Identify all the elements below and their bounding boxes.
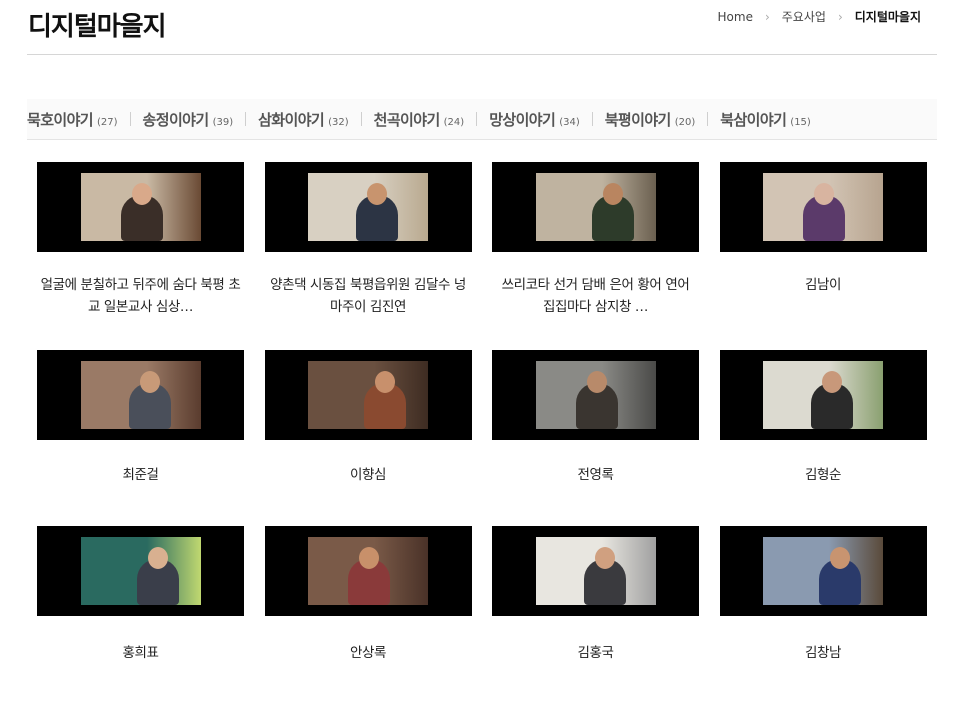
tab-count: (20): [674, 116, 696, 128]
video-thumbnail[interactable]: [719, 526, 927, 616]
video-card[interactable]: 쓰리코타 선거 담배 은어 황어 연어 집집마다 삼지창 …: [492, 162, 699, 350]
interviewee-face: [594, 547, 615, 569]
video-thumbnail[interactable]: [37, 350, 244, 440]
video-thumbnail[interactable]: [264, 526, 472, 616]
interviewee-face: [375, 371, 395, 393]
video-thumbnail[interactable]: [492, 350, 699, 440]
video-title[interactable]: 최준걸: [41, 464, 241, 526]
tab-village-7[interactable]: 북삼이야기 (15): [720, 109, 811, 130]
tab-village-2[interactable]: 송정이야기 (39): [143, 109, 234, 130]
tab-count: (39): [212, 116, 234, 128]
interviewee-face: [367, 183, 387, 205]
video-card[interactable]: 김형순: [719, 350, 927, 526]
tab-label: 북삼이야기: [720, 110, 787, 129]
video-thumbnail[interactable]: [719, 350, 927, 440]
tab-divider: [476, 112, 478, 126]
tab-village-3[interactable]: 삼화이야기 (32): [258, 109, 349, 130]
chevron-right-icon: ›: [837, 9, 843, 24]
video-card[interactable]: 김남이: [719, 162, 927, 350]
video-title[interactable]: 김남이: [723, 274, 923, 350]
tab-divider: [707, 112, 709, 126]
tab-divider: [245, 112, 247, 126]
chevron-right-icon: ›: [764, 9, 770, 24]
breadcrumb-main-business[interactable]: 주요사업: [782, 8, 826, 25]
video-title[interactable]: 양촌댁 시동집 북평읍위원 김달수 넝마주이 김진연: [268, 274, 468, 350]
video-still: [80, 537, 201, 605]
interviewee-face: [814, 183, 834, 205]
video-still: [763, 361, 883, 429]
tab-village-5[interactable]: 망상이야기 (34): [489, 109, 580, 130]
video-thumbnail[interactable]: [492, 162, 699, 252]
interviewee-face: [147, 547, 168, 569]
tab-count: (32): [328, 116, 349, 128]
tab-label: 송정이야기: [142, 110, 210, 129]
video-still: [763, 173, 883, 241]
interviewee-face: [602, 183, 623, 205]
tab-divider: [129, 112, 131, 126]
video-title[interactable]: 전영록: [496, 464, 696, 526]
tab-divider: [591, 112, 593, 126]
tab-label: 삼화이야기: [258, 110, 325, 129]
video-still: [763, 537, 883, 605]
video-still: [535, 173, 656, 241]
tab-count: (27): [97, 116, 118, 128]
video-title[interactable]: 김형순: [723, 464, 923, 526]
tab-label: 망상이야기: [489, 110, 556, 129]
village-tabs: 묵호이야기 (27) 송정이야기 (39) 삼화이야기 (32) 천곡이야기 (24) 망상이야…: [27, 99, 937, 140]
video-title[interactable]: 얼굴에 분칠하고 뒤주에 숨다 북평 초교 일본교사 심상…: [41, 274, 241, 350]
video-thumbnail[interactable]: [37, 526, 244, 616]
video-title[interactable]: 안상록: [268, 642, 468, 664]
tab-label: 천곡이야기: [373, 110, 441, 129]
breadcrumb-home[interactable]: Home: [718, 10, 753, 24]
video-grid: 얼굴에 분칠하고 뒤주에 숨다 북평 초교 일본교사 심상… 양촌댁 시동집 북평…: [37, 162, 937, 664]
video-still: [80, 361, 201, 429]
video-thumbnail[interactable]: [264, 162, 472, 252]
video-card[interactable]: 김홍국: [492, 526, 699, 664]
tab-count: (34): [559, 116, 580, 128]
tab-village-6[interactable]: 북평이야기 (20): [605, 109, 696, 130]
video-title[interactable]: 홍희표: [41, 642, 241, 664]
video-still: [308, 173, 428, 241]
video-card[interactable]: 얼굴에 분칠하고 뒤주에 숨다 북평 초교 일본교사 심상…: [37, 162, 244, 350]
video-still: [80, 173, 201, 241]
video-card[interactable]: 최준걸: [37, 350, 244, 526]
page-title: 디지털마을지: [28, 12, 167, 42]
video-title[interactable]: 김홍국: [496, 642, 696, 664]
breadcrumb: Home › 주요사업 › 디지털마을지: [718, 8, 921, 25]
video-card[interactable]: 전영록: [492, 350, 699, 526]
interviewee-face: [359, 547, 379, 569]
tab-village-1[interactable]: 묵호이야기 (27): [27, 109, 118, 130]
breadcrumb-current: 디지털마을지: [854, 10, 921, 24]
video-thumbnail[interactable]: [264, 350, 472, 440]
tab-count: (24): [443, 116, 465, 128]
tab-village-4[interactable]: 천곡이야기 (24): [374, 109, 465, 130]
video-still: [535, 537, 656, 605]
video-still: [535, 361, 656, 429]
title-divider: [27, 54, 937, 55]
video-card[interactable]: 김창남: [719, 526, 927, 664]
video-title[interactable]: 김창남: [723, 642, 923, 664]
tab-divider: [360, 112, 362, 126]
tab-count: (15): [790, 116, 811, 128]
video-thumbnail[interactable]: [492, 526, 699, 616]
tab-label: 북평이야기: [604, 110, 672, 129]
interviewee-face: [586, 371, 607, 393]
interviewee-face: [131, 183, 152, 205]
video-card[interactable]: 이향심: [264, 350, 472, 526]
video-thumbnail[interactable]: [37, 162, 244, 252]
video-thumbnail[interactable]: [719, 162, 927, 252]
video-card[interactable]: 양촌댁 시동집 북평읍위원 김달수 넝마주이 김진연: [264, 162, 472, 350]
video-card[interactable]: 홍희표: [37, 526, 244, 664]
interviewee-face: [139, 371, 160, 393]
tab-label: 묵호이야기: [27, 110, 94, 129]
video-card[interactable]: 안상록: [264, 526, 472, 664]
interviewee-face: [830, 547, 850, 569]
video-still: [308, 361, 428, 429]
video-still: [308, 537, 428, 605]
video-title[interactable]: 이향심: [268, 464, 468, 526]
interviewee-face: [822, 371, 842, 393]
video-title[interactable]: 쓰리코타 선거 담배 은어 황어 연어 집집마다 삼지창 …: [496, 274, 696, 350]
